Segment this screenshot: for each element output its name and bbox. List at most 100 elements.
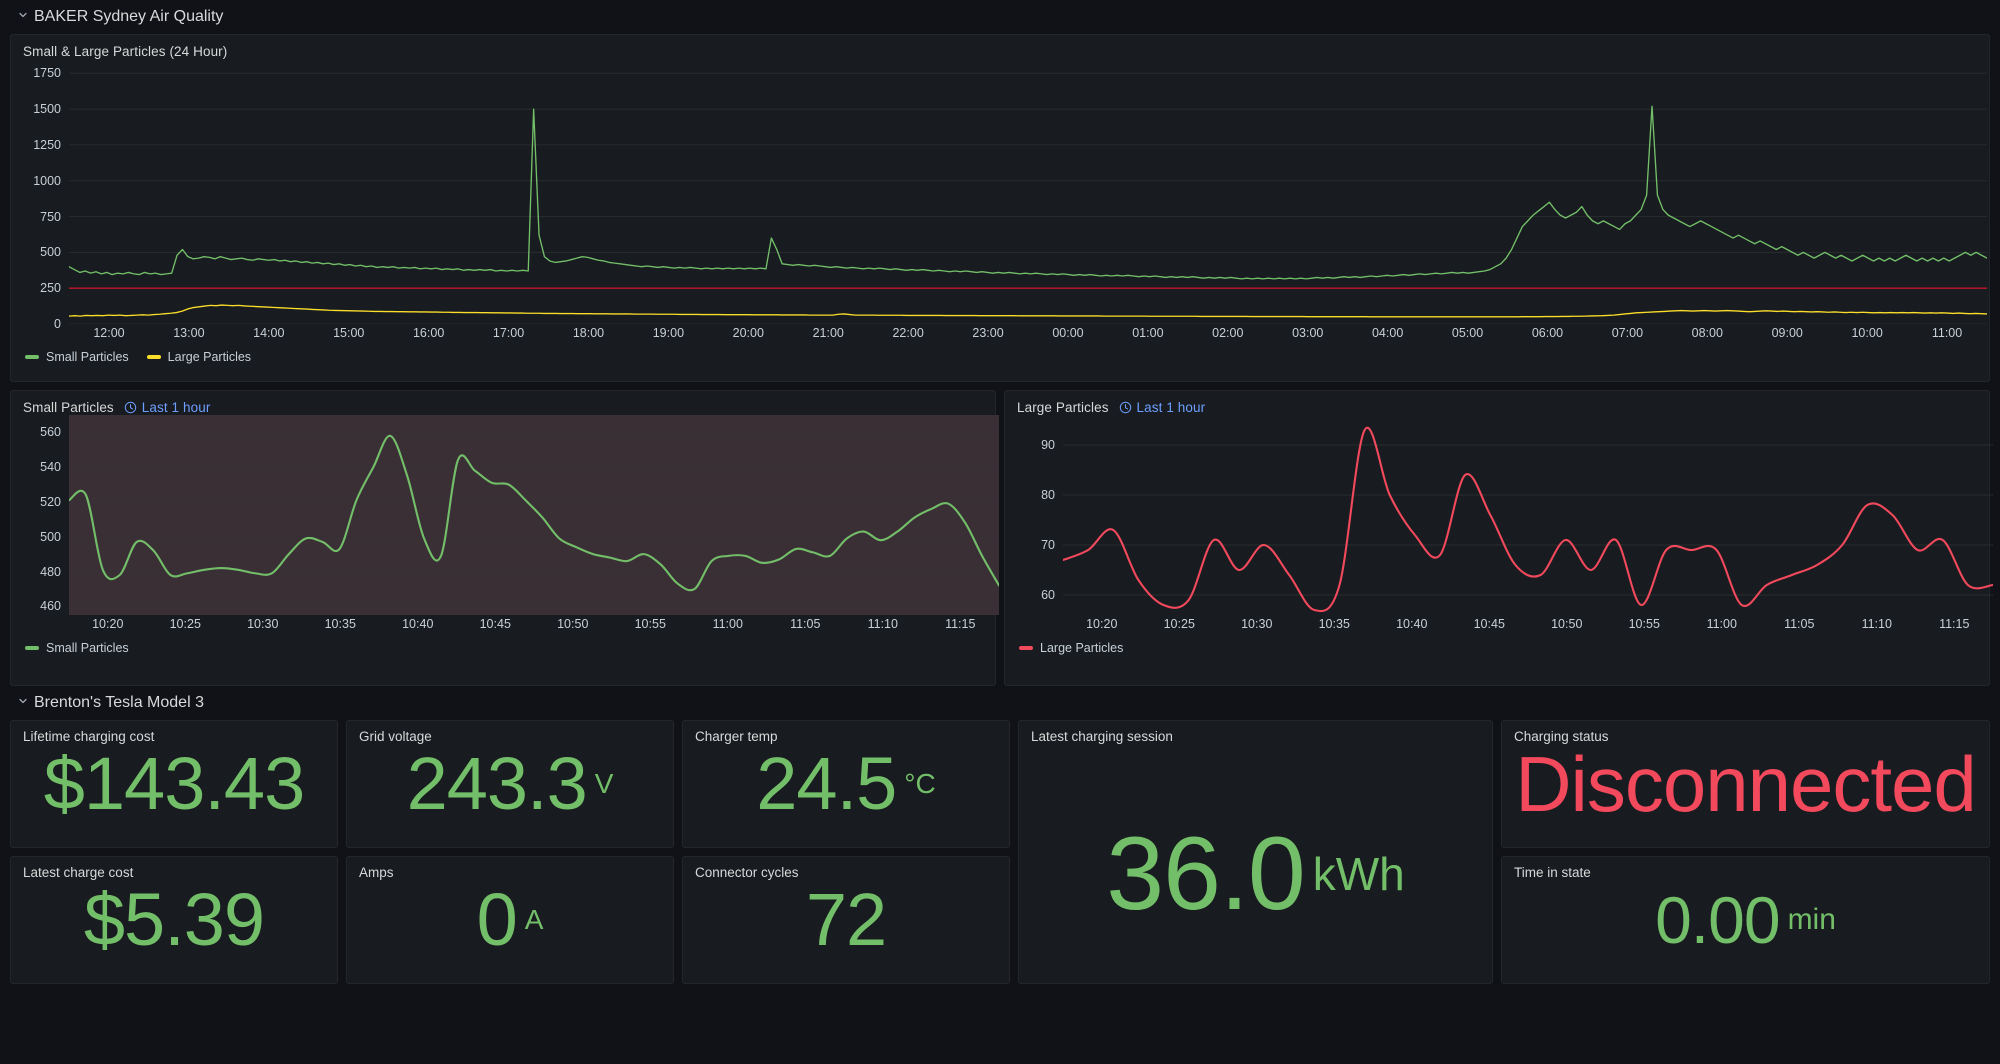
chart-plot-area[interactable]: 460 480 500 520 540 560 (11, 415, 999, 615)
stat-panel-latest-charging-session[interactable]: Latest charging session 36.0 kWh (1018, 720, 1493, 984)
y-axis-tick: 1250 (33, 137, 61, 152)
stat-panel-grid-voltage[interactable]: Grid voltage 243.3 V (346, 720, 674, 848)
row-title: BAKER Sydney Air Quality (34, 8, 224, 25)
panel-header[interactable]: Small Particles Last 1 hour (11, 391, 995, 415)
y-axis-tick: 750 (40, 209, 61, 224)
panel-title-text: Small Particles (23, 400, 114, 415)
stat-number: Disconnected (1515, 740, 1977, 828)
x-axis-tick: 10:25 (169, 617, 201, 631)
chart-plot-area[interactable]: 60 70 80 90 (1005, 415, 1993, 615)
stat-number: 0.00 (1655, 883, 1780, 957)
tesla-stat-grid: Lifetime charging cost $143.43 Grid volt… (10, 720, 1990, 984)
y-axis-tick: 460 (40, 599, 61, 614)
legend-color-swatch (146, 355, 161, 359)
legend-item[interactable]: Large Particles (146, 350, 252, 364)
x-axis-tick: 10:45 (479, 617, 511, 631)
x-axis-tick: 16:00 (412, 326, 445, 340)
legend-item[interactable]: Small Particles (25, 350, 129, 364)
time-range-override[interactable]: Last 1 hour (1119, 400, 1206, 415)
x-axis-tick: 10:20 (92, 617, 124, 631)
x-axis-tick: 11:05 (790, 617, 821, 631)
x-axis-tick: 10:00 (1851, 326, 1883, 340)
stat-unit: A (524, 904, 544, 935)
stat-panel-latest-charge-cost[interactable]: Latest charge cost $5.39 (10, 856, 338, 984)
legend[interactable]: Small Particles (11, 637, 995, 655)
x-axis-tick: 10:30 (1241, 617, 1273, 631)
x-axis-tick: 10:40 (402, 617, 434, 631)
x-axis-tick: 20:00 (732, 326, 764, 340)
stat-label: Time in state (1514, 865, 1591, 880)
x-axis-tick: 14:00 (253, 326, 285, 340)
x-axis-tick: 01:00 (1132, 326, 1164, 340)
stat-row-bottom: Latest charge cost $5.39 Amps 0 A Connec… (10, 856, 1010, 984)
y-axis: 0 250 500 750 1000 1250 1500 1750 (11, 59, 69, 331)
x-axis-tick: 15:00 (333, 326, 365, 340)
row-header-tesla[interactable]: Brenton's Tesla Model 3 (8, 686, 1992, 720)
y-axis-tick: 250 (40, 281, 61, 296)
x-axis-tick: 00:00 (1052, 326, 1084, 340)
x-axis-tick: 11:15 (945, 617, 976, 631)
stat-right-group: Charging status Disconnected Time in sta… (1501, 720, 1990, 984)
stat-panel-time-in-state[interactable]: Time in state 0.00 min (1501, 856, 1990, 984)
x-axis-tick: 10:30 (247, 617, 279, 631)
stat-panel-charger-temp[interactable]: Charger temp 24.5 °C (682, 720, 1010, 848)
legend-item[interactable]: Large Particles (1019, 641, 1123, 655)
x-axis-tick: 02:00 (1212, 326, 1244, 340)
chart-plot-area[interactable]: 0 250 500 750 1000 1250 1500 1750 (11, 59, 1989, 331)
stat-number: $5.39 (83, 878, 265, 961)
panel-header[interactable]: Small & Large Particles (24 Hour) (11, 35, 1989, 59)
stat-label: Latest charge cost (23, 865, 134, 880)
x-axis-tick: 11:15 (1939, 617, 1970, 631)
x-axis-tick: 11:10 (867, 617, 898, 631)
clock-icon (124, 401, 137, 414)
x-axis: 10:20 10:25 10:30 10:35 10:40 10:45 10:50 10:55… (1005, 615, 1989, 637)
chevron-down-icon (18, 696, 28, 706)
x-axis-tick: 10:50 (557, 617, 589, 631)
x-axis-tick: 22:00 (892, 326, 924, 340)
time-override-label: Last 1 hour (141, 400, 211, 415)
y-axis-tick: 1000 (33, 173, 61, 188)
legend-item[interactable]: Small Particles (25, 641, 129, 655)
stat-unit: °C (904, 768, 936, 799)
x-axis-tick: 10:20 (1086, 617, 1118, 631)
legend[interactable]: Large Particles (1005, 637, 1989, 655)
y-axis-tick: 500 (40, 529, 61, 544)
panel-small-particles: Small Particles Last 1 hour 460 480 500 520… (10, 390, 999, 686)
row-header-air-quality[interactable]: BAKER Sydney Air Quality (8, 0, 1992, 34)
legend[interactable]: Small Particles Large Particles (11, 346, 1989, 364)
stat-unit: kWh (1312, 848, 1405, 900)
stat-label: Amps (359, 865, 394, 880)
x-axis-tick: 10:35 (1318, 617, 1350, 631)
x-axis-tick: 05:00 (1451, 326, 1484, 340)
stat-label: Connector cycles (695, 865, 799, 880)
stat-unit: min (1787, 903, 1836, 936)
stat-panel-lifetime-charging-cost[interactable]: Lifetime charging cost $143.43 (10, 720, 338, 848)
stat-label: Charging status (1514, 729, 1609, 744)
stat-number: $143.43 (43, 742, 305, 825)
stat-panel-connector-cycles[interactable]: Connector cycles 72 (682, 856, 1010, 984)
x-axis-tick: 06:00 (1531, 326, 1564, 340)
legend-label: Large Particles (167, 350, 252, 364)
stat-panel-charging-status[interactable]: Charging status Disconnected (1501, 720, 1990, 848)
panel-header[interactable]: Large Particles Last 1 hour (1005, 391, 1989, 415)
x-axis-tick: 04:00 (1371, 326, 1404, 340)
stat-label: Lifetime charging cost (23, 729, 155, 744)
x-axis-tick: 07:00 (1611, 326, 1644, 340)
y-axis-tick: 480 (40, 564, 61, 579)
legend-label: Small Particles (46, 641, 129, 655)
x-axis-tick: 10:40 (1396, 617, 1428, 631)
time-range-override[interactable]: Last 1 hour (124, 400, 211, 415)
x-axis-tick: 12:00 (93, 326, 125, 340)
stat-number: 24.5 (756, 742, 897, 825)
x-axis: 12:00 13:00 14:00 15:00 16:00 17:00 18:00 19:00… (11, 324, 1989, 346)
legend-color-swatch (25, 355, 39, 359)
x-axis-tick: 10:55 (1628, 617, 1660, 631)
y-axis-tick: 1750 (33, 66, 61, 81)
y-axis-tick: 80 (1041, 488, 1055, 502)
stat-panel-amps[interactable]: Amps 0 A (346, 856, 674, 984)
x-axis-tick: 08:00 (1691, 326, 1723, 340)
x-axis-tick: 13:00 (173, 326, 205, 340)
legend-label: Large Particles (1040, 641, 1124, 655)
y-axis-tick: 60 (1041, 588, 1055, 602)
legend-color-swatch (25, 646, 39, 650)
